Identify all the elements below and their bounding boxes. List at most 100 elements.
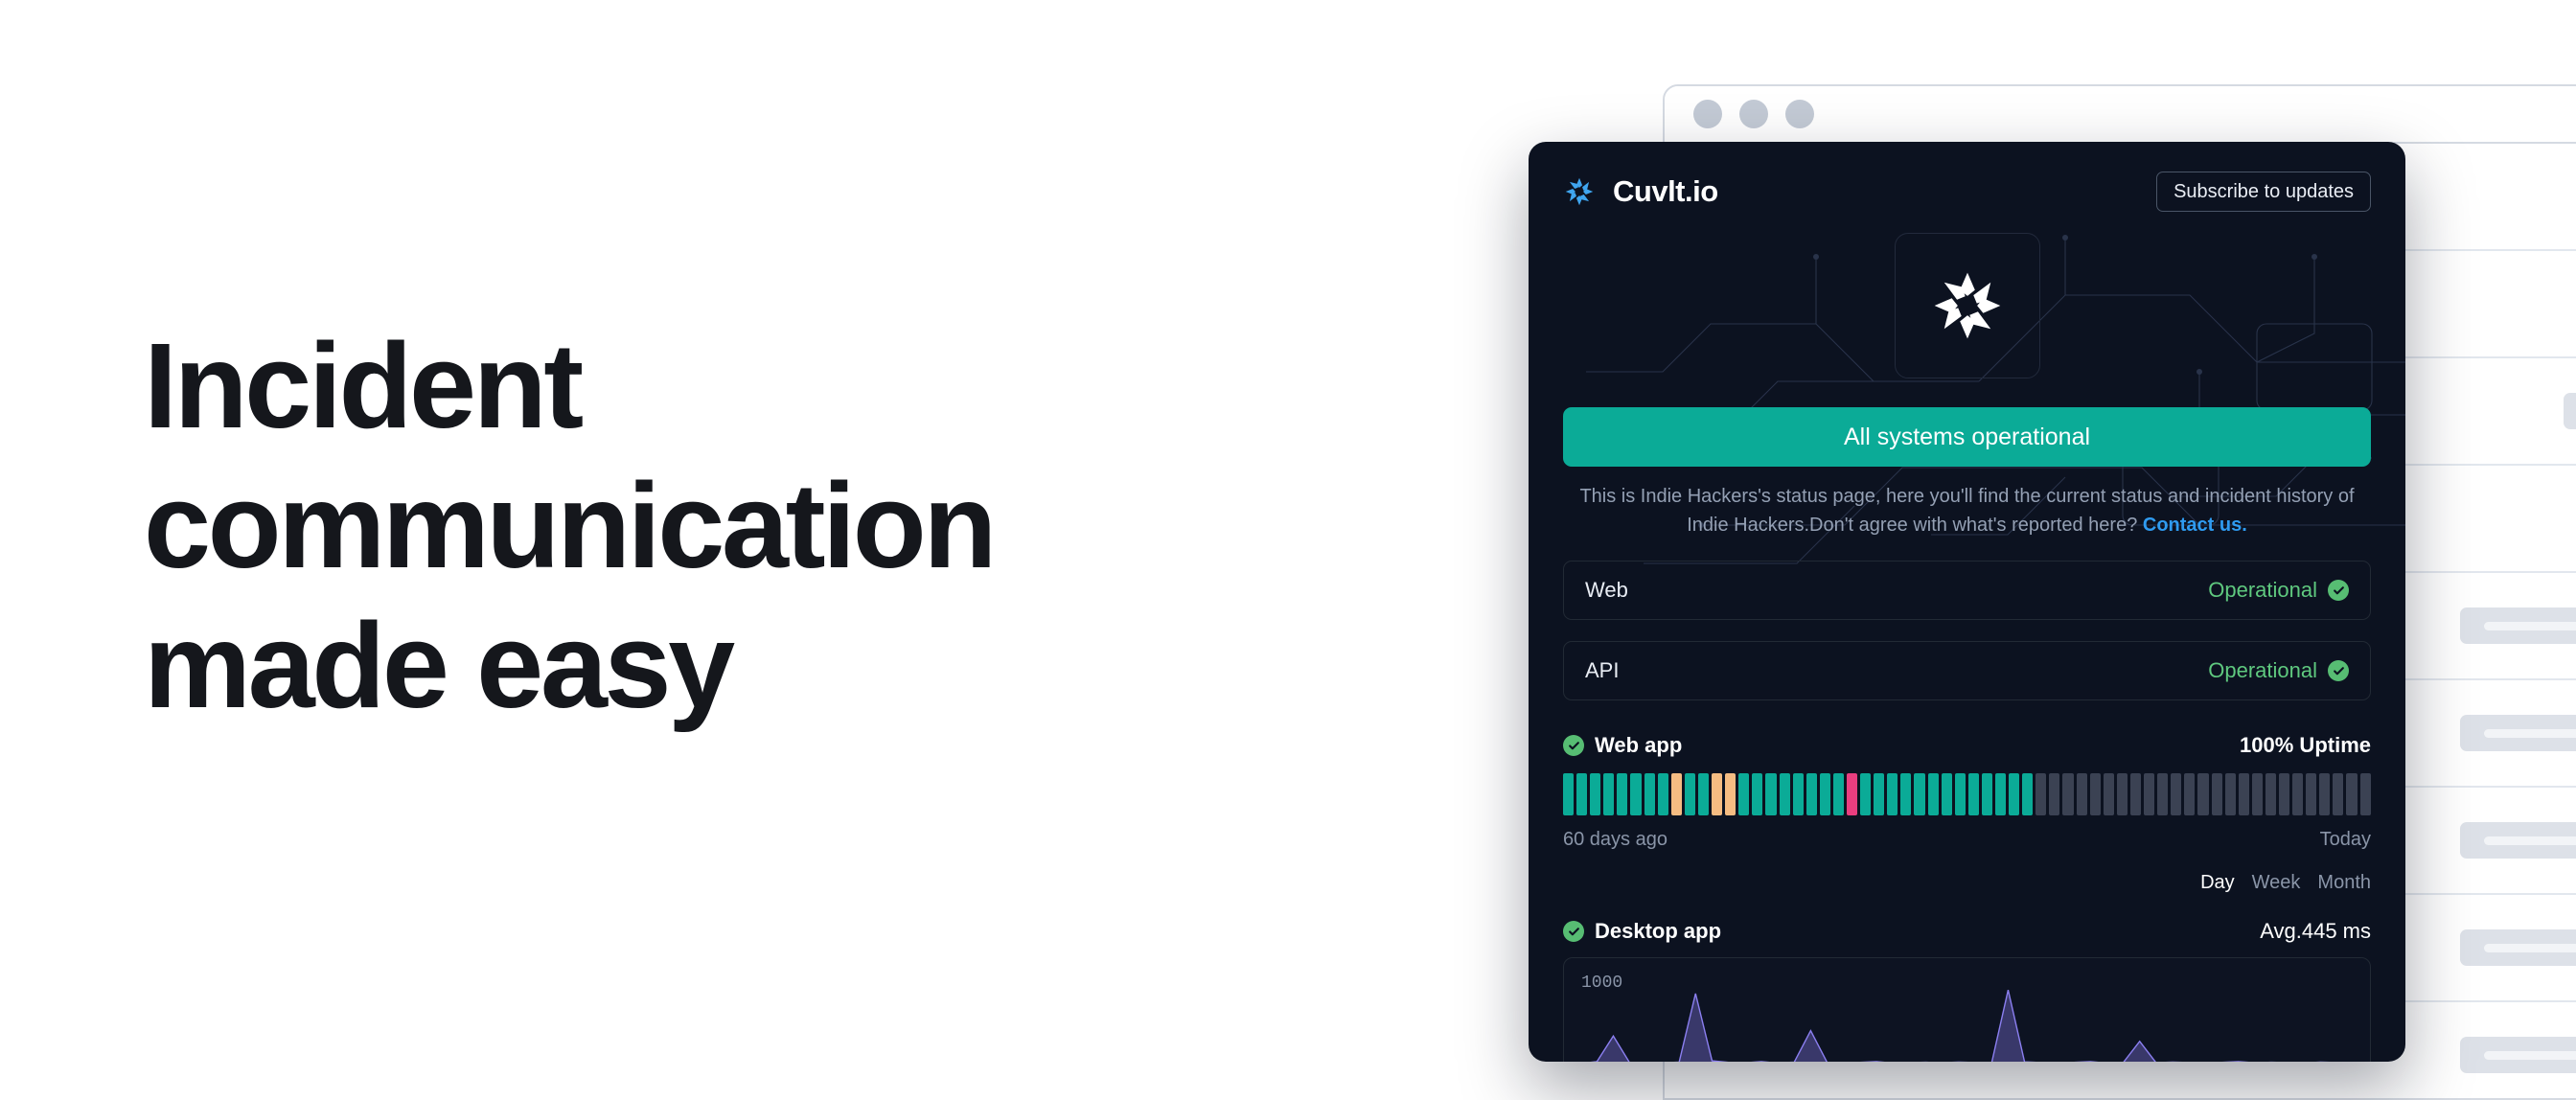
- uptime-bar-segment[interactable]: [1738, 773, 1750, 816]
- range-option-week[interactable]: Week: [2252, 872, 2301, 894]
- latency-header: Desktop app Avg.445 ms: [1563, 919, 2371, 944]
- uptime-bar-segment[interactable]: [2265, 773, 2276, 816]
- uptime-bar-segment[interactable]: [1712, 773, 1723, 816]
- uptime-bar-segment[interactable]: [1941, 773, 1952, 816]
- uptime-bar-segment[interactable]: [1914, 773, 1925, 816]
- subscribe-to-updates-button[interactable]: Subscribe to updates: [2156, 172, 2371, 212]
- browser-chrome: [1665, 86, 2576, 144]
- placeholder-pill: [2460, 822, 2576, 859]
- check-circle-icon: [2328, 660, 2349, 682]
- uptime-range-end: Today: [2319, 829, 2371, 851]
- uptime-bar-segment[interactable]: [2184, 773, 2196, 816]
- uptime-bar-segment[interactable]: [1576, 773, 1588, 816]
- uptime-bar-segment[interactable]: [1900, 773, 1912, 816]
- uptime-bar-segment[interactable]: [1657, 773, 1668, 816]
- uptime-bar-segment[interactable]: [1644, 773, 1655, 816]
- uptime-bar-segment[interactable]: [1765, 773, 1777, 816]
- uptime-bar-segment[interactable]: [2009, 773, 2020, 816]
- uptime-bar-segment[interactable]: [2211, 773, 2222, 816]
- uptime-bar-segment[interactable]: [2089, 773, 2101, 816]
- latency-line-chart[interactable]: 1000: [1563, 957, 2371, 1062]
- check-circle-icon: [1563, 921, 1584, 943]
- uptime-bar-segment[interactable]: [1806, 773, 1817, 816]
- traffic-light-minimize-icon[interactable]: [1739, 100, 1768, 128]
- hero-section: Incident communication made easy: [144, 316, 1217, 736]
- latency-title-label: Desktop app: [1595, 919, 1722, 944]
- uptime-bar-segment[interactable]: [2197, 773, 2209, 816]
- traffic-light-maximize-icon[interactable]: [1785, 100, 1814, 128]
- service-name: Web: [1585, 578, 1628, 603]
- uptime-bar-segment[interactable]: [2224, 773, 2236, 816]
- uptime-bar-segment[interactable]: [1590, 773, 1601, 816]
- placeholder-pill: [2460, 715, 2576, 751]
- uptime-bar-segment[interactable]: [1967, 773, 1979, 816]
- uptime-bar-segment[interactable]: [2359, 773, 2371, 816]
- uptime-bar-segment[interactable]: [2157, 773, 2169, 816]
- service-status: Operational: [2208, 578, 2349, 603]
- uptime-range-start: 60 days ago: [1563, 829, 1668, 851]
- uptime-bar-segment[interactable]: [1981, 773, 1992, 816]
- uptime-bar-segment[interactable]: [1832, 773, 1844, 816]
- uptime-bar-segment[interactable]: [1792, 773, 1804, 816]
- page-title: Incident communication made easy: [144, 318, 997, 734]
- status-page-header: Cuvlt.io Subscribe to updates: [1529, 142, 2405, 212]
- uptime-bar-segment[interactable]: [2036, 773, 2047, 816]
- uptime-bar-segment[interactable]: [1725, 773, 1736, 816]
- range-option-month[interactable]: Month: [2317, 872, 2371, 894]
- uptime-bar-segment[interactable]: [2129, 773, 2142, 816]
- uptime-bar-segment[interactable]: [2049, 773, 2060, 816]
- uptime-bar-segment[interactable]: [1927, 773, 1939, 816]
- service-status-label: Operational: [2208, 578, 2317, 603]
- uptime-bar-segment[interactable]: [2292, 773, 2304, 816]
- uptime-bar-segment[interactable]: [2171, 773, 2182, 816]
- uptime-bar-segment[interactable]: [2319, 773, 2331, 816]
- service-name: API: [1585, 658, 1620, 683]
- brand: Cuvlt.io: [1563, 174, 1718, 209]
- uptime-bar-chart[interactable]: [1563, 773, 2371, 816]
- uptime-bar-segment[interactable]: [2346, 773, 2358, 816]
- uptime-bar-segment[interactable]: [1874, 773, 1885, 816]
- traffic-light-close-icon[interactable]: [1693, 100, 1722, 128]
- brand-name: Cuvlt.io: [1613, 174, 1718, 208]
- uptime-bar-segment[interactable]: [2062, 773, 2074, 816]
- uptime-bar-segment[interactable]: [1860, 773, 1872, 816]
- uptime-bar-segment[interactable]: [1995, 773, 2007, 816]
- uptime-bar-segment[interactable]: [2333, 773, 2344, 816]
- range-toggle[interactable]: Day Week Month: [1563, 872, 2371, 894]
- uptime-bar-segment[interactable]: [1887, 773, 1898, 816]
- uptime-bar-segment[interactable]: [2116, 773, 2128, 816]
- uptime-bar-segment[interactable]: [1846, 773, 1858, 816]
- uptime-bar-segment[interactable]: [1684, 773, 1695, 816]
- uptime-bar-segment[interactable]: [1779, 773, 1790, 816]
- uptime-bar-segment[interactable]: [2251, 773, 2263, 816]
- service-status: Operational: [2208, 658, 2349, 683]
- contact-us-link[interactable]: Contact us.: [2143, 515, 2247, 536]
- uptime-block: Web app 100% Uptime 60 days ago Today: [1563, 733, 2371, 851]
- uptime-bar-segment[interactable]: [1630, 773, 1642, 816]
- uptime-title-label: Web app: [1595, 733, 1683, 758]
- uptime-bar-segment[interactable]: [2144, 773, 2155, 816]
- uptime-bar-segment[interactable]: [1752, 773, 1763, 816]
- uptime-bar-segment[interactable]: [1954, 773, 1966, 816]
- uptime-bar-segment[interactable]: [2306, 773, 2317, 816]
- service-row-api[interactable]: API Operational: [1563, 641, 2371, 701]
- service-status-label: Operational: [2208, 658, 2317, 683]
- uptime-bar-segment[interactable]: [1617, 773, 1628, 816]
- uptime-bar-segment[interactable]: [2278, 773, 2290, 816]
- placeholder-pill: [2564, 393, 2576, 429]
- uptime-bar-segment[interactable]: [2076, 773, 2087, 816]
- uptime-bar-segment[interactable]: [1697, 773, 1710, 816]
- range-option-day[interactable]: Day: [2200, 872, 2235, 894]
- uptime-bar-segment[interactable]: [2103, 773, 2114, 816]
- uptime-bar-segment[interactable]: [1603, 773, 1615, 816]
- uptime-bar-segment[interactable]: [1563, 773, 1575, 816]
- uptime-bar-segment[interactable]: [1819, 773, 1830, 816]
- uptime-bar-segment[interactable]: [2022, 773, 2034, 816]
- cuvlt-logo-icon: [1565, 177, 1594, 206]
- uptime-bar-segment[interactable]: [1670, 773, 1682, 816]
- check-circle-icon: [2328, 580, 2349, 602]
- service-row-web[interactable]: Web Operational: [1563, 561, 2371, 621]
- uptime-bar-segment[interactable]: [2238, 773, 2249, 816]
- latency-average: Avg.445 ms: [2260, 919, 2371, 944]
- latency-title: Desktop app: [1563, 919, 1721, 944]
